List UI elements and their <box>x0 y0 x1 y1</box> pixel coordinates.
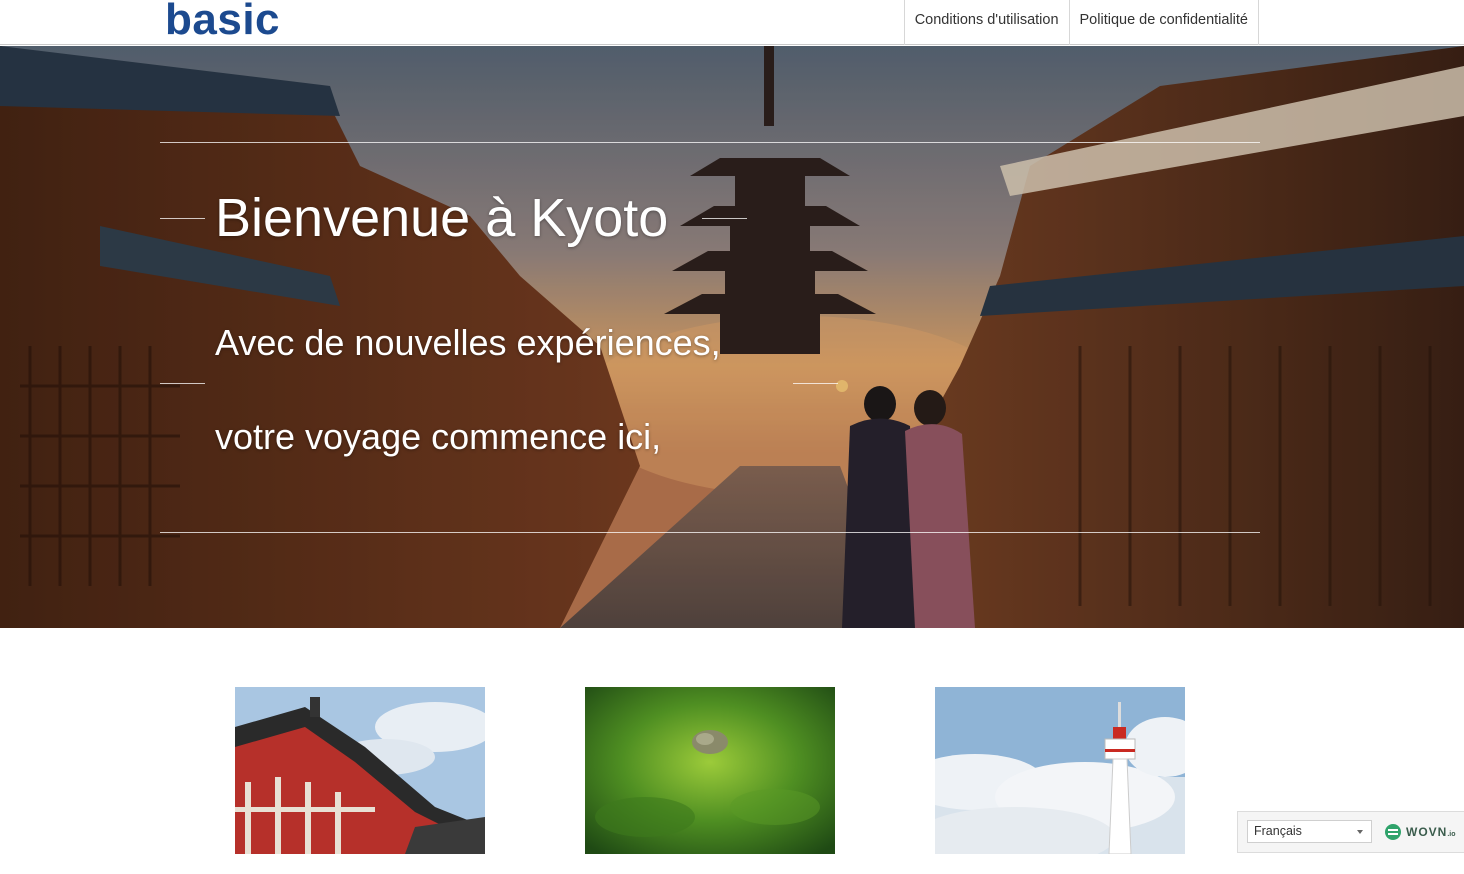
hero-subtitle-line1: Avec de nouvelles expériences, <box>215 322 721 363</box>
moss-garden-image <box>585 687 835 854</box>
nav-link-privacy[interactable]: Politique de confidentialité <box>1068 0 1259 45</box>
header-nav: Conditions d'utilisation Politique de co… <box>903 0 1259 45</box>
site-logo[interactable]: basic <box>165 0 280 42</box>
kyoto-tower-image <box>935 687 1185 854</box>
hero-sub-rule-right <box>793 383 838 384</box>
language-select[interactable]: Français <box>1247 820 1372 843</box>
chevron-down-icon <box>1357 830 1363 834</box>
language-select-value: Français <box>1254 824 1302 838</box>
hero-divider-bottom <box>160 532 1260 533</box>
wovn-brand-text: WOVN.io <box>1406 825 1456 839</box>
temple-image <box>235 687 485 854</box>
language-widget: Français WOVN.io <box>1237 811 1464 853</box>
thumbnail-kyoto-tower[interactable] <box>935 687 1185 854</box>
hero-title: Bienvenue à Kyoto <box>215 188 669 248</box>
hero-title-rule-right <box>702 218 747 219</box>
hero-subtitle-line2: votre voyage commence ici, <box>215 416 662 457</box>
hero-title-rule-left <box>160 218 205 219</box>
hero-sub-rule-left <box>160 383 205 384</box>
thumbnail-moss-garden[interactable] <box>585 687 835 854</box>
nav-link-terms[interactable]: Conditions d'utilisation <box>903 0 1069 45</box>
hero-banner: Bienvenue à Kyoto Avec de nouvelles expé… <box>0 46 1464 628</box>
hero-divider-top <box>160 142 1260 143</box>
site-header: basic Conditions d'utilisation Politique… <box>0 0 1464 45</box>
thumbnail-temple[interactable] <box>235 687 485 854</box>
wovn-mark-icon <box>1385 824 1401 840</box>
wovn-logo[interactable]: WOVN.io <box>1384 822 1456 842</box>
